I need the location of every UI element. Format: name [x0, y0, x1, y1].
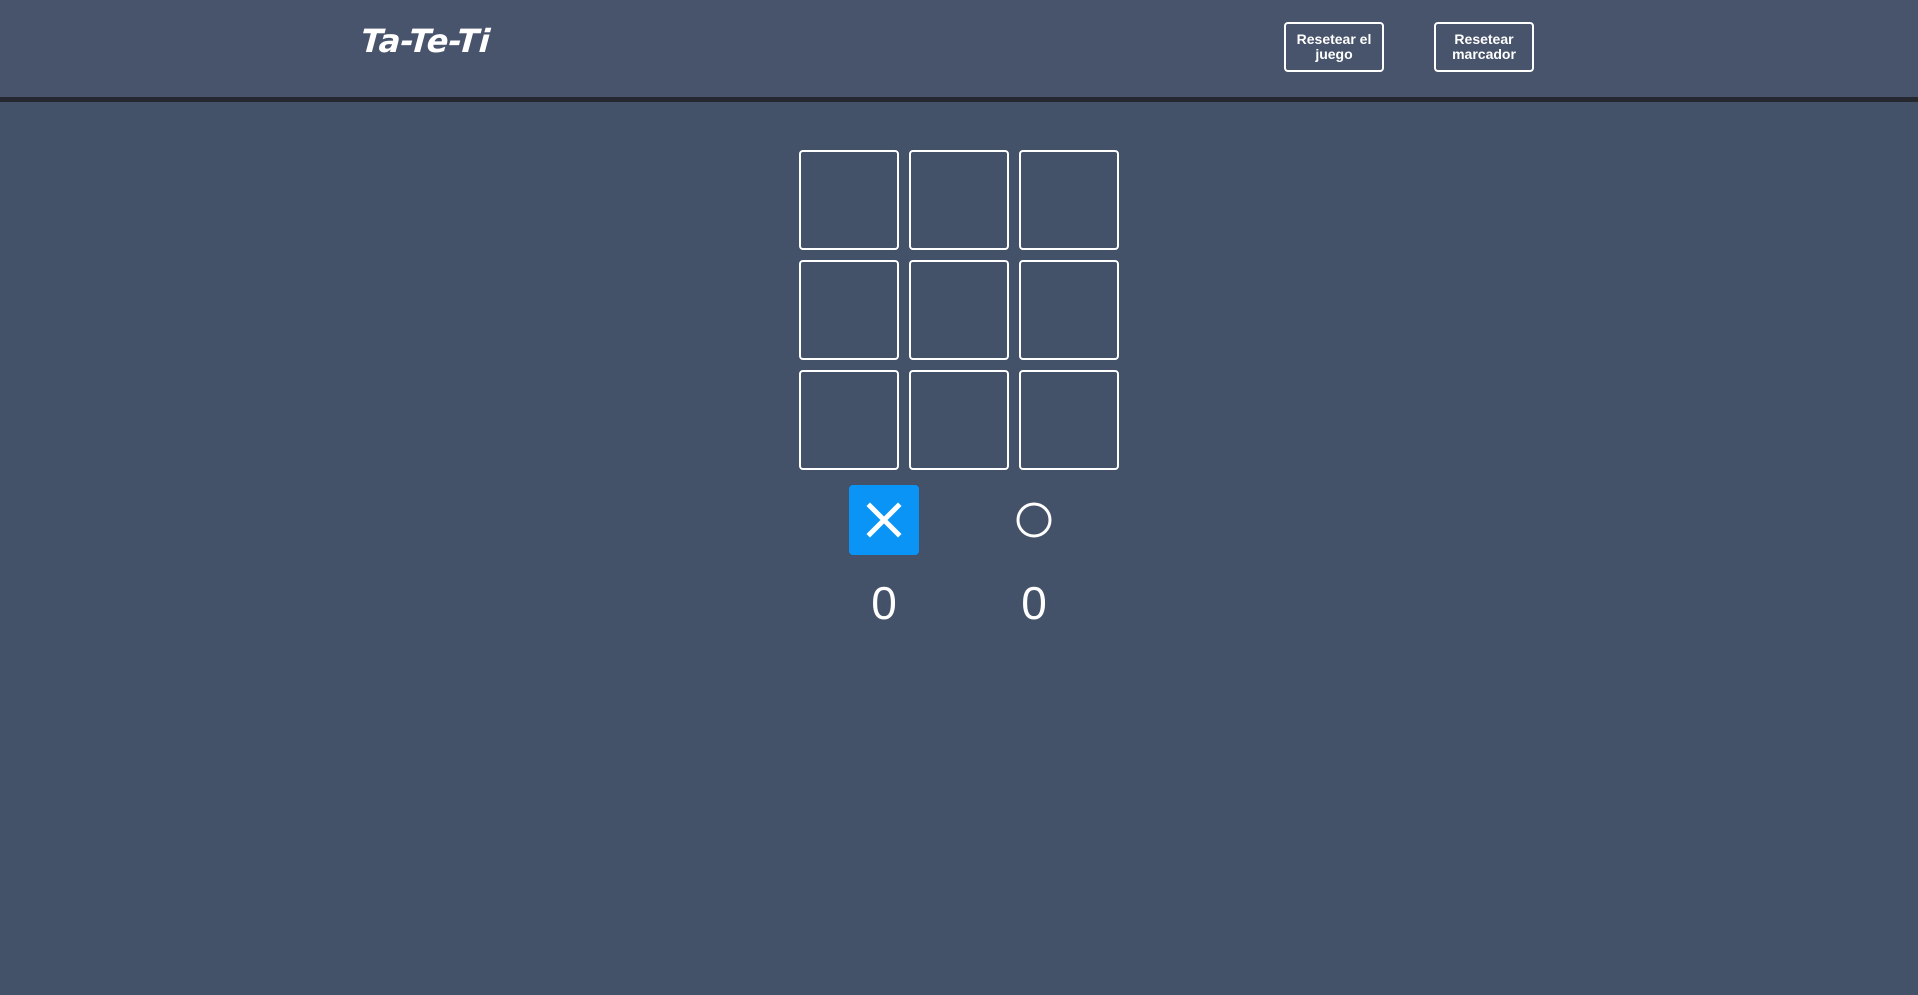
header: Ta-Te-Ti Resetear el juego Resetear marc… — [0, 0, 1918, 102]
board-cell[interactable] — [1019, 370, 1119, 470]
player-o-score: 0 — [1021, 577, 1047, 629]
board-cell[interactable] — [799, 260, 899, 360]
board-cell[interactable] — [909, 370, 1009, 470]
board-cell[interactable] — [799, 150, 899, 250]
board-cell[interactable] — [909, 150, 1009, 250]
player-o-selector[interactable] — [999, 485, 1069, 555]
board-cell[interactable] — [909, 260, 1009, 360]
player-x-score: 0 — [871, 577, 897, 629]
reset-score-button[interactable]: Resetear marcador — [1434, 22, 1534, 72]
circle-icon — [1016, 502, 1052, 538]
board-cell[interactable] — [799, 370, 899, 470]
board-cell[interactable] — [1019, 260, 1119, 360]
page-title: Ta-Te-Ti — [359, 22, 492, 60]
board-cell[interactable] — [1019, 150, 1119, 250]
game-page: Ta-Te-Ti Resetear el juego Resetear marc… — [0, 0, 1918, 995]
game-board — [799, 150, 1120, 471]
x-icon — [866, 502, 902, 538]
player-x-selector[interactable] — [849, 485, 919, 555]
reset-game-button[interactable]: Resetear el juego — [1284, 22, 1384, 72]
